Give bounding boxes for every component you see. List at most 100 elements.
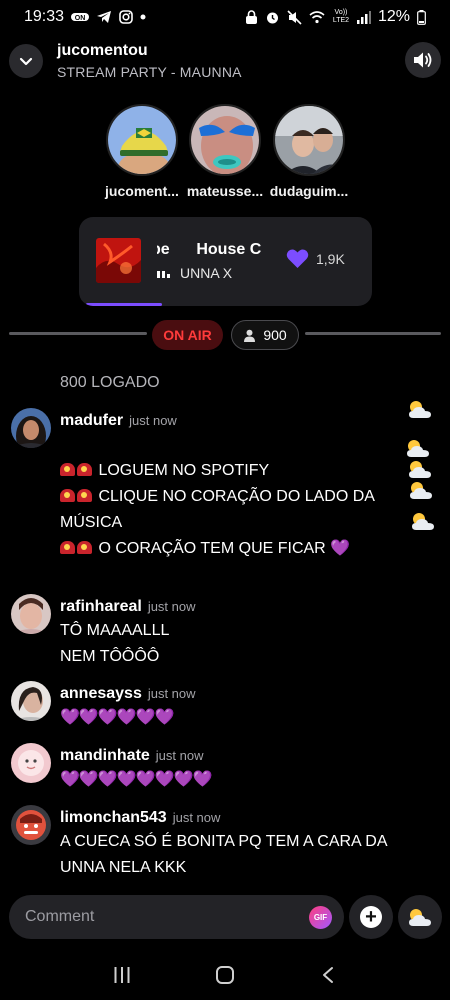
comment-input[interactable] [25,895,295,939]
participant-name: dudaguim... [269,183,349,199]
cap-avatar [106,104,178,176]
chat-timestamp: just now [172,810,221,825]
avatar[interactable] [11,408,51,448]
chat-message: annesayss just now 💜💜💜💜💜💜 [0,681,400,731]
participant[interactable]: mateusse... [180,104,270,199]
divider-right [305,332,441,335]
divider-left [9,332,147,335]
gif-button[interactable]: GIF [309,906,332,929]
sun-cloud-reaction-icon [412,513,434,530]
party-header: jucomentou STREAM PARTY - MAUNNA [0,40,450,84]
clock: 19:33 [24,8,65,25]
notification-dot-icon [140,14,146,20]
sun-cloud-reaction-icon [409,401,431,418]
participant[interactable]: jucoment... [97,104,187,199]
equalizer-icon [157,268,170,278]
chat-message: mandinhate just now 💜💜💜💜💜💜💜💜 [0,743,400,793]
chat-timestamp: just now [147,599,196,614]
chat-timestamp: just now [155,748,204,763]
wifi-icon [309,10,325,24]
sun-cloud-reaction-icon [410,482,432,499]
host-name: jucomentou [57,42,148,59]
person-icon [244,329,256,342]
heart-icon [286,249,309,268]
like-count: 1,9K [316,250,345,267]
chevron-down-icon [19,57,33,65]
status-bar: 19:33 ON Vo)) LTE2 12% [0,0,450,34]
purple-heart-icon: 💜 [330,540,351,557]
artist-row: UNNA X [157,265,232,281]
mute-icon [287,9,302,25]
back-icon [323,967,334,983]
chat-note: 800 LOGADO [60,374,160,391]
track-progress-fill [86,303,163,306]
add-button[interactable]: + [349,895,393,939]
battery-percent: 12% [377,8,410,25]
collapse-button[interactable] [9,44,43,78]
chat-username[interactable]: madufer just now [60,412,177,430]
signal-icon [356,10,371,24]
sun-cloud-reaction-icon [407,440,429,457]
siren-icon [77,463,92,476]
comment-bar: GIF [9,895,344,939]
plus-icon: + [360,906,382,928]
chat-text: 💜💜💜💜💜💜 [60,709,175,726]
chat-username[interactable]: mandinhate just now [60,747,204,765]
siren-icon [60,489,75,502]
sun-cloud-reaction-icon [409,461,431,478]
participants-row: jucoment... mateusse... dudaguim... [0,104,450,204]
recents-button[interactable] [102,955,142,995]
avatar[interactable] [11,594,51,634]
volume-button[interactable] [405,42,441,78]
participant-name: mateusse... [186,183,264,199]
chat-message: madufer just now LOGUEM NO SPOTIFY CLIQUE… [0,408,400,568]
siren-icon [60,463,75,476]
track-title: pe House C [157,241,262,258]
now-playing-card[interactable]: pe House C UNNA X 1,9K [79,217,372,306]
instagram-icon [119,10,133,24]
chat-text: 💜💜💜💜💜💜💜💜 [60,771,212,788]
back-button[interactable] [308,955,348,995]
artist-name: UNNA X [180,265,233,281]
avatar[interactable] [11,681,51,721]
siren-icon [77,489,92,502]
avatar[interactable] [11,743,51,783]
chat-text: A CUECA SÓ É BONITA PQ TEM A CARA DA UNN… [60,833,388,876]
lock-icon [245,9,258,25]
chat-timestamp: just now [147,686,196,701]
face-avatar [189,104,261,176]
chat-timestamp: just now [129,413,177,428]
chat-username[interactable]: rafinhareal just now [60,598,196,616]
recents-icon [114,967,130,983]
viewer-count: 900 [263,327,287,343]
party-title: STREAM PARTY - MAUNNA [57,64,242,80]
reaction-button[interactable] [398,895,442,939]
nfc-icon: ON [71,12,90,22]
home-button[interactable] [205,955,245,995]
avatar[interactable] [11,805,51,845]
home-icon [215,966,234,984]
participant-name: jucoment... [105,183,179,199]
siren-icon [77,541,92,554]
chat-message: limonchan543 just now A CUECA SÓ É BONITA… [0,805,400,885]
chat-username[interactable]: limonchan543 just now [60,809,220,827]
viewer-count-badge[interactable]: 900 [231,320,299,350]
photo-avatar [273,104,345,176]
telegram-icon [96,10,112,24]
chat-username[interactable]: annesayss just now [60,685,196,703]
album-art [96,238,141,283]
battery-icon [417,9,426,25]
sun-cloud-icon [409,909,431,926]
like-button[interactable]: 1,9K [286,248,345,269]
chat-text: LOGUEM NO SPOTIFY CLIQUE NO CORAÇÃO DO L… [60,462,375,557]
track-progress-bar[interactable] [79,303,372,306]
alarm-icon [265,10,280,25]
chat-message: rafinhareal just now TÔ MAAAALLL NEM TÔÔÔ… [0,594,400,674]
onair-badge: ON AIR [152,320,223,350]
chat-text: TÔ MAAAALLL NEM TÔÔÔÔ [60,622,170,665]
siren-icon [60,541,75,554]
speaker-icon [414,52,432,68]
system-nav-bar [0,950,450,1000]
participant[interactable]: dudaguim... [264,104,354,199]
svg-text:ON: ON [75,15,86,22]
